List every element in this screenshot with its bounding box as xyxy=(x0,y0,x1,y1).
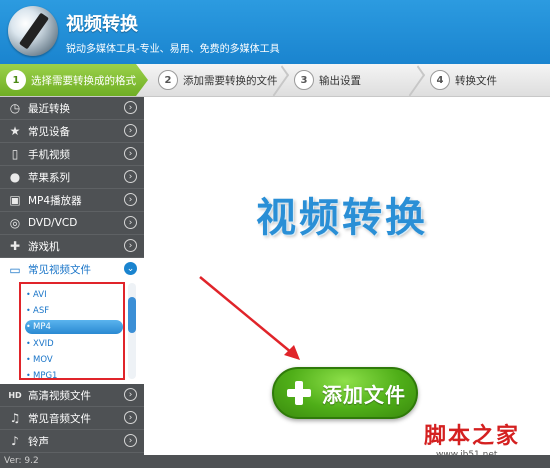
format-list: AVI ASF MP4 XVID MOV MPG1 xyxy=(19,282,125,380)
sidebar-item-label: 手机视频 xyxy=(28,148,70,161)
sidebar-item-apple[interactable]: ● 苹果系列 › xyxy=(0,166,144,189)
monitor-icon: ▭ xyxy=(9,262,21,277)
format-item-xvid[interactable]: XVID xyxy=(25,337,123,351)
chevron-right-icon: › xyxy=(124,434,137,447)
chevron-right-icon: › xyxy=(124,216,137,229)
clock-icon: ◷ xyxy=(9,101,21,115)
status-bar: Ver: 9.2 xyxy=(0,455,550,468)
sidebar-item-game[interactable]: ✚ 游戏机 › xyxy=(0,235,144,258)
sidebar-item-label: 常见音频文件 xyxy=(28,412,91,425)
step-number: 2 xyxy=(158,70,178,90)
step-label: 添加需要转换的文件 xyxy=(183,74,278,87)
sidebar-item-common-video[interactable]: ▭ 常见视频文件 ⌄ xyxy=(0,258,144,281)
step-label: 选择需要转换成的格式 xyxy=(31,74,136,87)
step-1[interactable]: 1 选择需要转换成的格式 xyxy=(0,64,148,96)
disc-icon: ◎ xyxy=(9,216,21,230)
step-label: 输出设置 xyxy=(319,74,361,87)
format-item-mpg1[interactable]: MPG1 xyxy=(25,369,123,378)
sidebar-item-audio[interactable]: ♫ 常见音频文件 › xyxy=(0,407,144,430)
sidebar-item-ringtone[interactable]: ♪ 铃声 › xyxy=(0,430,144,453)
sidebar-item-label: 常见视频文件 xyxy=(28,264,91,276)
red-arrow-icon xyxy=(199,276,300,360)
scrollbar-thumb[interactable] xyxy=(128,297,136,333)
plus-icon xyxy=(284,378,314,408)
gamepad-icon: ✚ xyxy=(9,239,21,253)
chevron-right-icon: › xyxy=(124,388,137,401)
category-sidebar: ◷ 最近转换 › ★ 常见设备 › ▯ 手机视频 › ● 苹果系列 › ▣ MP… xyxy=(0,97,144,455)
step-separator xyxy=(402,65,426,97)
chevron-right-icon: › xyxy=(124,147,137,160)
step-number: 1 xyxy=(6,70,26,90)
phone-icon: ▯ xyxy=(11,147,19,161)
format-list-panel: AVI ASF MP4 XVID MOV MPG1 xyxy=(0,281,144,384)
bell-icon: ♪ xyxy=(11,434,19,448)
music-note-icon: ♫ xyxy=(9,411,21,425)
main-panel: 视频转换 添加文件 xyxy=(144,97,550,455)
star-icon: ★ xyxy=(9,124,21,138)
sidebar-item-hd-video[interactable]: HD 高清视频文件 › xyxy=(0,384,144,407)
sidebar-item-label: 常见设备 xyxy=(28,125,70,138)
apple-icon: ● xyxy=(9,170,21,184)
main-title: 视频转换 xyxy=(256,194,428,241)
step-number: 3 xyxy=(294,70,314,90)
mp4-player-icon: ▣ xyxy=(9,193,21,207)
format-item-mov[interactable]: MOV xyxy=(25,353,123,367)
step-label: 转换文件 xyxy=(455,74,497,87)
chevron-right-icon: › xyxy=(124,124,137,137)
sidebar-item-recent[interactable]: ◷ 最近转换 › xyxy=(0,97,144,120)
step-4[interactable]: 4 转换文件 xyxy=(430,64,497,96)
format-item-mp4[interactable]: MP4 xyxy=(25,320,123,334)
chevron-right-icon: › xyxy=(124,101,137,114)
format-item-avi[interactable]: AVI xyxy=(25,288,123,302)
sidebar-item-label: 铃声 xyxy=(28,435,49,448)
chevron-right-icon: › xyxy=(124,170,137,183)
sidebar-item-phone[interactable]: ▯ 手机视频 › xyxy=(0,143,144,166)
app-logo-icon xyxy=(8,6,58,56)
sidebar-item-label: 苹果系列 xyxy=(28,171,70,184)
add-file-label: 添加文件 xyxy=(322,382,406,407)
step-2[interactable]: 2 添加需要转换的文件 xyxy=(158,64,278,96)
add-file-button[interactable]: 添加文件 xyxy=(272,367,418,419)
step-3[interactable]: 3 输出设置 xyxy=(294,64,361,96)
sidebar-item-dvd[interactable]: ◎ DVD/VCD › xyxy=(0,212,144,235)
sidebar-item-devices[interactable]: ★ 常见设备 › xyxy=(0,120,144,143)
sidebar-item-mp4[interactable]: ▣ MP4播放器 › xyxy=(0,189,144,212)
format-item-asf[interactable]: ASF xyxy=(25,304,123,318)
sidebar-item-label: 游戏机 xyxy=(28,240,60,253)
format-list-scrollbar[interactable] xyxy=(128,283,136,379)
app-header: 视频转换 锐动多媒体工具-专业、易用、免费的多媒体工具 xyxy=(0,0,550,64)
app-subtitle: 锐动多媒体工具-专业、易用、免费的多媒体工具 xyxy=(66,44,280,55)
chevron-down-icon: ⌄ xyxy=(124,262,137,275)
chevron-right-icon: › xyxy=(124,239,137,252)
app-title: 视频转换 xyxy=(66,14,138,35)
chevron-right-icon: › xyxy=(124,411,137,424)
watermark-logo: 脚本之家 xyxy=(424,423,521,449)
step-number: 4 xyxy=(430,70,450,90)
version-label: Ver: 9.2 xyxy=(4,456,39,466)
sidebar-item-label: MP4播放器 xyxy=(28,194,82,207)
sidebar-item-label: 最近转换 xyxy=(28,102,70,115)
sidebar-item-label: 高清视频文件 xyxy=(28,389,91,402)
sidebar-item-label: DVD/VCD xyxy=(28,217,78,229)
chevron-right-icon: › xyxy=(124,193,137,206)
hd-icon: HD xyxy=(8,390,22,400)
step-bar: 1 选择需要转换成的格式 2 添加需要转换的文件 3 输出设置 4 转换文件 xyxy=(0,64,550,97)
